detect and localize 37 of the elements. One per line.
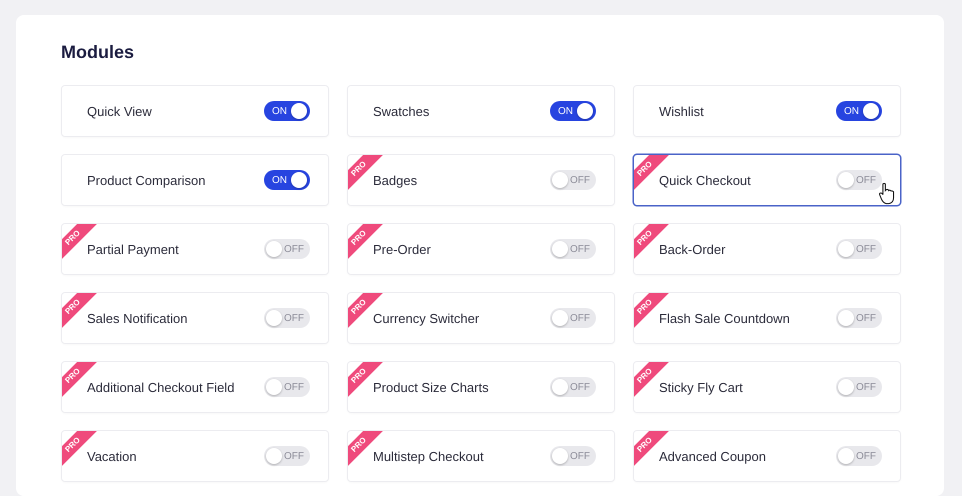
module-label: Swatches	[373, 104, 430, 118]
toggle-switch[interactable]: ON	[550, 101, 596, 121]
toggle-switch[interactable]: OFF	[836, 239, 882, 259]
toggle-switch[interactable]: OFF	[264, 239, 310, 259]
toggle-switch[interactable]: OFF	[264, 308, 310, 328]
module-label: Sticky Fly Cart	[659, 380, 743, 394]
module-label: Currency Switcher	[373, 310, 480, 326]
toggle-switch[interactable]: OFF	[836, 446, 882, 466]
module-label: Product Comparison	[87, 172, 206, 188]
toggle-switch[interactable]: ON	[264, 170, 310, 190]
module-label: Back-Order	[659, 242, 726, 256]
module-label: Quick View	[87, 104, 152, 118]
module-label: Sales Notification	[87, 310, 188, 326]
module-label: Advanced Coupon	[659, 448, 766, 464]
module-label: Badges	[373, 172, 418, 188]
toggle-switch[interactable]: OFF	[550, 170, 596, 190]
module-label: Partial Payment	[87, 242, 179, 256]
module-label: Vacation	[87, 448, 137, 464]
toggle-switch[interactable]: ON	[836, 101, 882, 121]
module-label: Pre-Order	[373, 242, 431, 256]
module-label: Multistep Checkout	[373, 448, 484, 464]
module-label: Additional Checkout Field	[87, 380, 234, 394]
module-label: Product Size Charts	[373, 380, 489, 394]
toggle-switch[interactable]: OFF	[264, 446, 310, 466]
toggle-switch[interactable]: OFF	[550, 308, 596, 328]
module-label: Wishlist	[659, 104, 704, 118]
module-label: Flash Sale Countdown	[659, 310, 790, 326]
toggle-switch[interactable]: OFF	[550, 239, 596, 259]
toggle-switch[interactable]: OFF	[264, 377, 310, 397]
toggle-switch[interactable]: OFF	[550, 377, 596, 397]
section-title: Modules	[61, 41, 136, 63]
toggle-switch[interactable]: OFF	[836, 308, 882, 328]
toggle-switch[interactable]: OFF	[550, 446, 596, 466]
toggle-switch[interactable]: OFF	[836, 377, 882, 397]
toggle-switch[interactable]: ON	[264, 101, 310, 121]
module-label: Quick Checkout	[659, 172, 751, 188]
toggle-switch[interactable]: OFF	[836, 170, 882, 190]
